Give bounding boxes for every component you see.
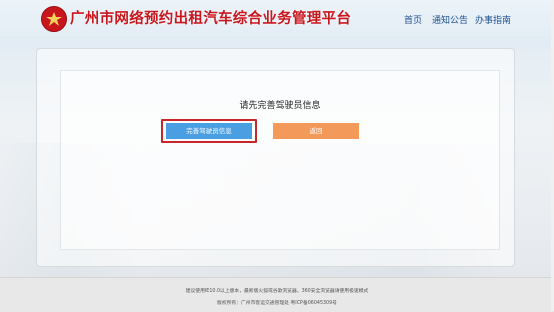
driver-info-card: 请先完善驾驶员信息 完善驾驶员信息 返回 [60,70,500,250]
browser-recommendation-text: 建议使用IE10.0以上版本，最新版火狐或谷歌浏览器，360安全浏览器请使用极速… [185,289,369,294]
back-button[interactable]: 返回 [273,123,359,139]
nav-home-link[interactable]: 首页 [404,13,422,26]
nav-notice-link[interactable]: 通知公告 [432,13,468,26]
nav-guide-link[interactable]: 办事指南 [475,13,511,26]
header: 广州市网络预约出租汽车综合业务管理平台 首页 通知公告 办事指南 [0,0,554,36]
emblem-icon [41,6,67,32]
site-title: 广州市网络预约出租汽车综合业务管理平台 [70,11,352,27]
copyright-text: 版权所有：广州市客运交通管理处 粤ICP备06045309号 [217,301,337,306]
driver-info-prompt: 请先完善驾驶员信息 [239,101,321,111]
complete-driver-info-button[interactable]: 完善驾驶员信息 [166,123,252,139]
footer: 建议使用IE10.0以上版本，最新版火狐或谷歌浏览器，360安全浏览器请使用极速… [0,277,554,312]
